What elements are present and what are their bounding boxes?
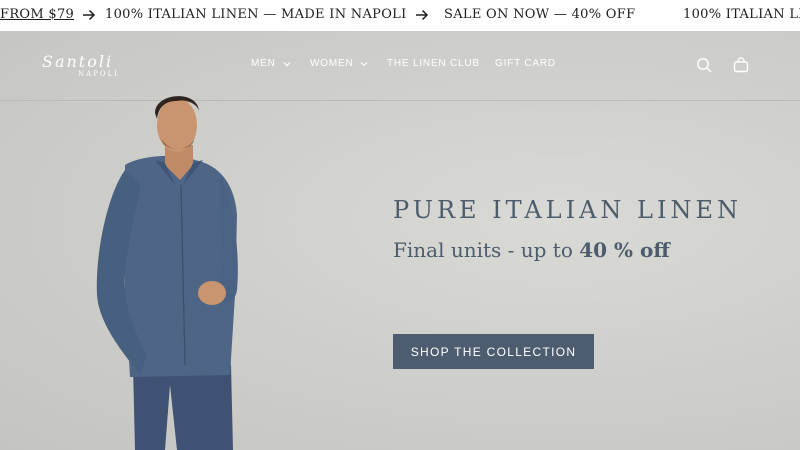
shop-collection-button[interactable]: SHOP THE COLLECTION: [393, 334, 594, 369]
nav-item-men[interactable]: MEN: [251, 58, 291, 69]
nav-item-gift-card[interactable]: GIFT CARD: [495, 58, 556, 69]
logo-script-text: Santoli: [42, 52, 114, 71]
nav-item-label: GIFT CARD: [495, 58, 556, 69]
arrow-right-icon: [415, 9, 428, 20]
chevron-down-icon: [283, 61, 291, 66]
cart-icon[interactable]: [733, 57, 749, 73]
announcement-sale[interactable]: SALE ON NOW — 40% OFF: [444, 7, 635, 22]
hero-subline: Final units - up to 40 % off: [393, 238, 670, 262]
announcement-bar: FROM $79 100% ITALIAN LINEN — MADE IN NA…: [0, 0, 800, 31]
nav-item-label: WOMEN: [310, 58, 354, 69]
nav-item-linen-club[interactable]: THE LINEN CLUB: [387, 58, 480, 69]
arrow-right-icon: [83, 9, 96, 20]
nav-item-label: THE LINEN CLUB: [387, 58, 480, 69]
hero-subline-text: Final units - up to: [393, 238, 580, 262]
logo-subtitle: NAPOLI: [78, 70, 120, 78]
announcement-text: 100% ITALIAN LINEN: [683, 7, 800, 22]
search-icon[interactable]: [696, 57, 712, 73]
announcement-text: SALE ON NOW — 40% OFF: [444, 7, 636, 22]
announcement-link-from-price[interactable]: FROM $79: [0, 7, 96, 22]
hero-model-image: [96, 96, 238, 450]
nav-item-label: MEN: [251, 58, 276, 69]
announcement-text: 100% ITALIAN LINEN — MADE IN NAPOLI: [105, 7, 407, 22]
hero-discount-text: 40 % off: [579, 238, 670, 262]
announcement-link-linen[interactable]: 100% ITALIAN LINEN — MADE IN NAPOLI: [105, 7, 429, 22]
brand-logo[interactable]: Santoli NAPOLI: [42, 52, 146, 82]
hero-headline: PURE ITALIAN LINEN: [393, 196, 742, 224]
announcement-link-linen-repeat[interactable]: 100% ITALIAN LINEN: [683, 7, 800, 22]
announcement-text: FROM $79: [0, 7, 75, 22]
nav-item-women[interactable]: WOMEN: [310, 58, 368, 69]
chevron-down-icon: [361, 61, 368, 66]
